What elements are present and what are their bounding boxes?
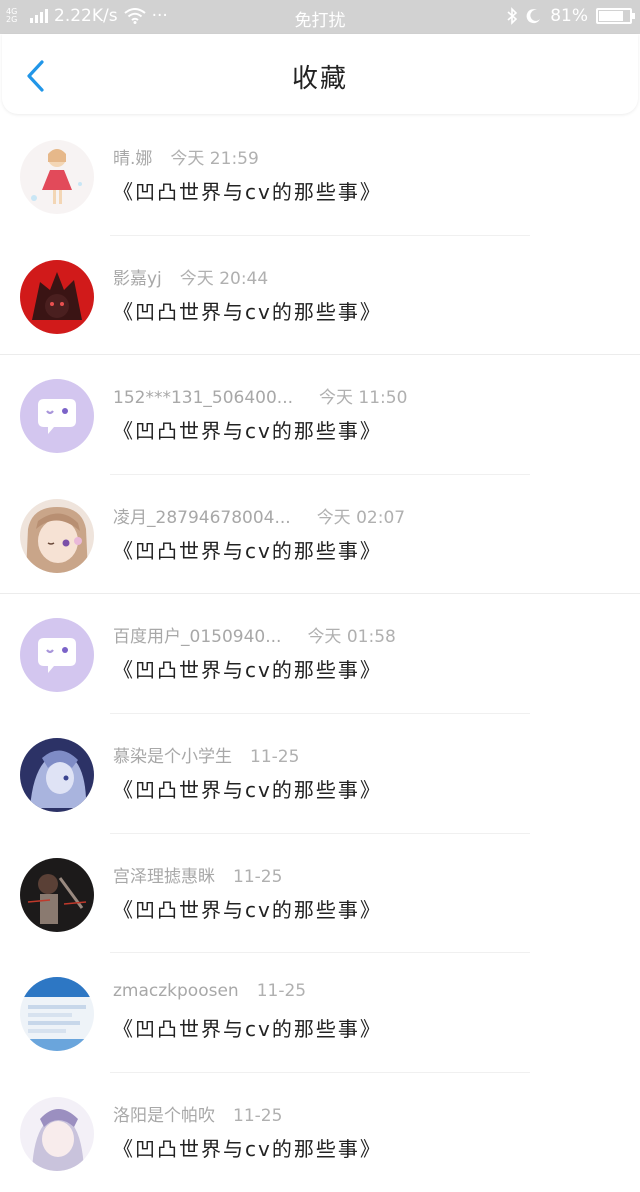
item-title: 《凹凸世界与cv的那些事》: [113, 180, 382, 204]
avatar[interactable]: [20, 140, 94, 214]
item-title: 《凹凸世界与cv的那些事》: [113, 299, 382, 324]
item-title: 《凹凸世界与cv的那些事》: [113, 777, 382, 802]
list-item[interactable]: 慕染是个小学生 11-25 《凹凸世界与cv的那些事》: [0, 714, 640, 834]
item-title: 《凹凸世界与cv的那些事》: [113, 538, 382, 563]
item-title: 《凹凸世界与cv的那些事》: [113, 419, 382, 444]
avatar[interactable]: [20, 498, 94, 573]
list-item[interactable]: 百度用户_0150940... 今天 01:58 《凹凸世界与cv的那些事》: [0, 594, 640, 714]
default-avatar-icon[interactable]: [20, 618, 94, 693]
item-title: 《凹凸世界与cv的那些事》: [113, 658, 382, 683]
username: 宫泽理摅惠眯: [113, 866, 215, 887]
username: 凌月_28794678004...: [113, 507, 291, 528]
username: 百度用户_0150940...: [113, 627, 282, 648]
timestamp: 11-25: [250, 746, 300, 767]
avatar[interactable]: [20, 1096, 94, 1171]
avatar[interactable]: [20, 977, 94, 1052]
moon-icon: [526, 9, 541, 24]
page-title: 收藏: [291, 64, 348, 94]
username: 晴.娜: [113, 149, 153, 169]
timestamp: 今天 20:44: [179, 268, 269, 289]
list-item[interactable]: 152***131_506400... 今天 11:50 《凹凸世界与cv的那些事…: [0, 355, 640, 475]
item-title: 《凹凸世界与cv的那些事》: [113, 1017, 382, 1042]
list-item[interactable]: 影嘉yj 今天 20:44 《凹凸世界与cv的那些事》: [0, 236, 640, 356]
favorites-list: 晴.娜 今天 21:59 《凹凸世界与cv的那些事》 影嘉yj 今天 20:44 《…: [0, 116, 640, 1192]
status-bar: 4G 2G 2.22K/s ··· 免打扰 81%: [0, 0, 640, 34]
username: 洛阳是个帕吹: [113, 1105, 215, 1126]
item-title: 《凹凸世界与cv的那些事》: [113, 1136, 382, 1161]
battery-icon: [596, 8, 635, 24]
avatar[interactable]: [20, 737, 94, 812]
timestamp: 11-25: [233, 1105, 283, 1126]
timestamp: 今天 11:50: [319, 388, 408, 409]
battery-percent: 81%: [550, 6, 588, 26]
avatar[interactable]: [20, 857, 94, 932]
bluetooth-icon: [507, 7, 518, 25]
list-item[interactable]: 洛阳是个帕吹 11-25 《凹凸世界与cv的那些事》: [0, 1073, 640, 1192]
list-item[interactable]: 晴.娜 今天 21:59 《凹凸世界与cv的那些事》: [0, 116, 640, 236]
timestamp: 今天 01:58: [307, 627, 396, 648]
default-avatar-icon[interactable]: [20, 379, 94, 454]
username: 慕染是个小学生: [113, 746, 232, 767]
battery-level: [599, 11, 624, 21]
header: 收藏: [2, 34, 638, 114]
avatar[interactable]: [20, 259, 94, 334]
timestamp: 11-25: [256, 981, 307, 1002]
list-item[interactable]: zmaczkpoosen 11-25 《凹凸世界与cv的那些事》: [0, 953, 640, 1073]
item-title: 《凹凸世界与cv的那些事》: [113, 897, 382, 922]
username: 152***131_506400...: [113, 388, 294, 409]
timestamp: 今天 21:59: [170, 149, 259, 169]
list-item[interactable]: 凌月_28794678004... 今天 02:07 《凹凸世界与cv的那些事》: [0, 475, 640, 595]
username: 影嘉yj: [113, 268, 162, 289]
timestamp: 11-25: [233, 866, 283, 887]
timestamp: 今天 02:07: [316, 507, 406, 528]
list-item[interactable]: 宫泽理摅惠眯 11-25 《凹凸世界与cv的那些事》: [0, 834, 640, 954]
username: zmaczkpoosen: [113, 981, 239, 1002]
